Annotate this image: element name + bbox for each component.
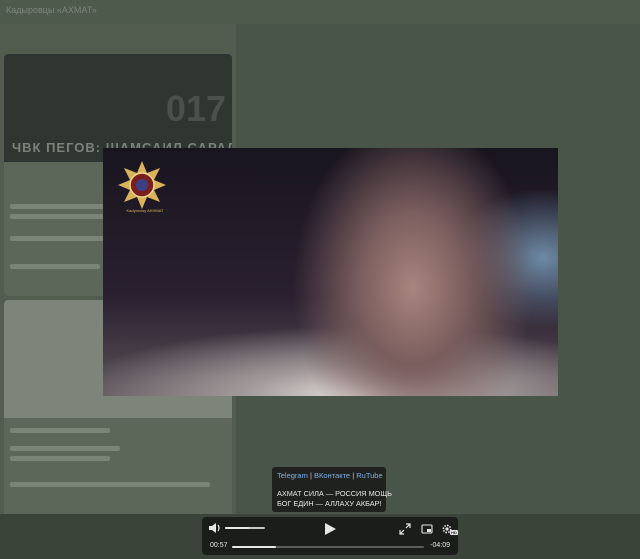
volume-slider[interactable] (225, 527, 265, 529)
video-frame[interactable]: Kadyrovtsy AKHMAT (103, 148, 558, 396)
vkontakte-link[interactable]: ВКонтакте (314, 471, 350, 480)
channel-title: Кадыровцы «АХМАТ» (6, 5, 97, 15)
telegram-link[interactable]: Telegram (277, 471, 308, 480)
picture-in-picture-icon[interactable] (421, 523, 433, 535)
current-time: 00:57 (210, 542, 228, 549)
link-separator: | (309, 471, 312, 480)
caption-links: Telegram | ВКонтакте | RuTube (277, 471, 383, 480)
message-video-thumbnail: 017 ЧВК ПЕГОВ: ШАМСАИЛ САРАЛИЕВ (4, 54, 232, 162)
thumbnail-number: 017 (165, 88, 226, 129)
video-caption: Telegram | ВКонтакте | RuTube АХМАТ СИЛА… (272, 467, 392, 512)
volume-icon[interactable] (209, 523, 221, 533)
link-separator: | (352, 471, 355, 480)
player-controls: HD 00:57 -04:09 (202, 517, 458, 555)
caption-line-2: БОГ ЕДИН — АЛЛАХУ АКБАР! (277, 499, 382, 508)
rutube-link[interactable]: RuTube (356, 471, 382, 480)
caption-line-1: АХМАТ СИЛА — РОССИЯ МОЩЬ (277, 489, 392, 498)
volume-level (225, 527, 249, 529)
seek-bar[interactable] (232, 546, 424, 548)
fullscreen-icon[interactable] (399, 523, 411, 535)
emblem-logo (118, 161, 166, 209)
play-icon[interactable] (323, 522, 337, 536)
logo-caption: Kadyrovtsy AKHMAT (126, 208, 164, 213)
caption-text: АХМАТ СИЛА — РОССИЯ МОЩЬ БОГ ЕДИН — АЛЛА… (277, 489, 392, 509)
remaining-time: -04:09 (430, 542, 450, 549)
channel-header: Кадыровцы «АХМАТ» (0, 0, 640, 24)
seek-progress (232, 546, 277, 548)
quality-badge: HD (450, 530, 458, 535)
